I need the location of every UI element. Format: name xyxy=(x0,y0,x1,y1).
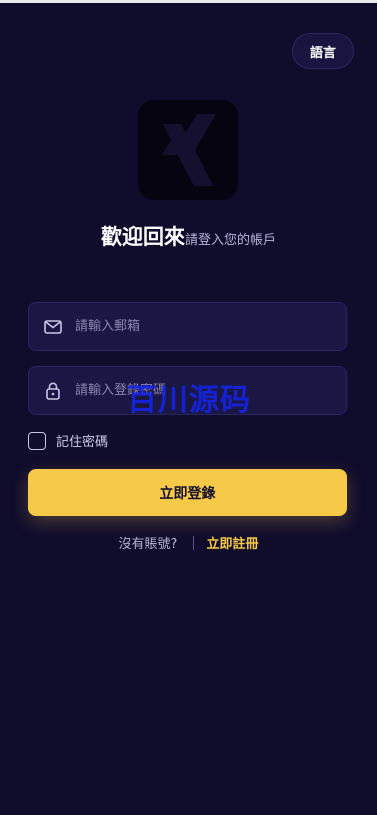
remember-label: 記住密碼 xyxy=(56,435,109,450)
register-link[interactable]: 立即註冊 xyxy=(206,533,258,552)
mail-icon xyxy=(43,317,63,337)
login-button[interactable]: 立即登錄 xyxy=(28,469,347,516)
password-field[interactable] xyxy=(28,366,347,415)
email-input[interactable] xyxy=(75,319,334,334)
x-logo-icon xyxy=(162,114,216,186)
app-logo xyxy=(138,100,238,200)
language-button[interactable]: 語言 xyxy=(292,33,354,69)
register-row: 沒有賬號? 立即註冊 xyxy=(0,533,377,552)
divider xyxy=(193,535,195,550)
login-button-label: 立即登錄 xyxy=(159,485,216,502)
welcome-subtitle: 請登入您的帳戶 xyxy=(184,233,276,248)
remember-checkbox[interactable] xyxy=(28,431,46,450)
no-account-text: 沒有賬號? xyxy=(118,537,178,552)
welcome-title: 歡迎回來 xyxy=(100,225,185,249)
welcome-heading: 歡迎回來 請登入您的帳戶 xyxy=(0,221,377,251)
lock-icon xyxy=(43,381,63,401)
language-label: 語言 xyxy=(309,45,336,61)
email-field[interactable] xyxy=(28,302,347,351)
password-input[interactable] xyxy=(75,383,334,398)
remember-password[interactable]: 記住密碼 xyxy=(28,431,108,450)
login-page: 語言 歡迎回來 請登入您的帳戶 記住密碼 xyxy=(0,3,377,815)
